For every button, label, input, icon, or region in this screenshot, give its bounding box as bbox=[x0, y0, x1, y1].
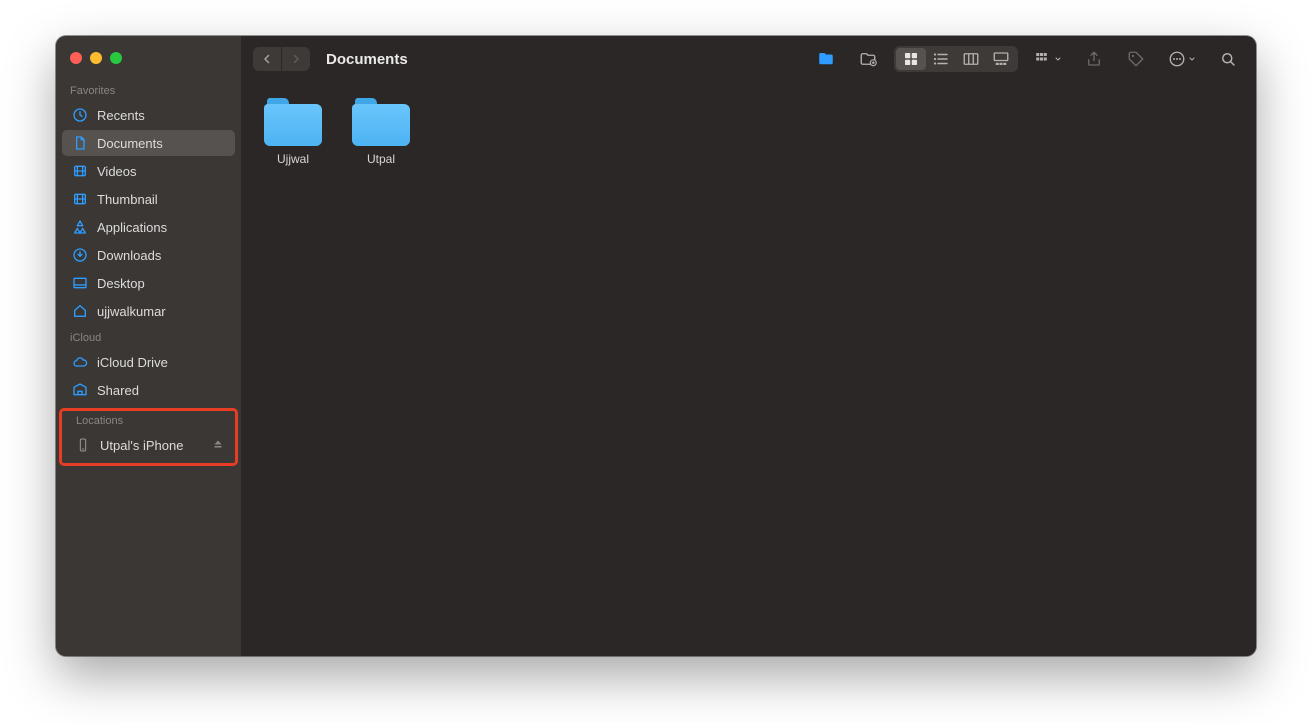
sidebar-item-label: Videos bbox=[97, 164, 137, 179]
shared-icon bbox=[72, 382, 88, 398]
desktop-icon bbox=[72, 275, 88, 291]
sidebar-item-label: Shared bbox=[97, 383, 139, 398]
sidebar-item-recents[interactable]: Recents bbox=[62, 102, 235, 128]
sidebar-item-videos[interactable]: Videos bbox=[62, 158, 235, 184]
finder-window: Favorites Recents Documents Videos Thumb… bbox=[56, 36, 1256, 656]
sidebar-item-home[interactable]: ujjwalkumar bbox=[62, 298, 235, 324]
sidebar-item-applications[interactable]: Applications bbox=[62, 214, 235, 240]
sidebar-item-documents[interactable]: Documents bbox=[62, 130, 235, 156]
clock-icon bbox=[72, 107, 88, 123]
sidebar: Favorites Recents Documents Videos Thumb… bbox=[56, 36, 241, 656]
folder-icon bbox=[352, 98, 410, 146]
new-folder-button[interactable] bbox=[852, 46, 884, 72]
forward-button[interactable] bbox=[282, 47, 310, 71]
film-icon bbox=[72, 163, 88, 179]
sidebar-item-label: ujjwalkumar bbox=[97, 304, 166, 319]
sidebar-item-desktop[interactable]: Desktop bbox=[62, 270, 235, 296]
sidebar-item-label: Applications bbox=[97, 220, 167, 235]
close-window-button[interactable] bbox=[70, 52, 82, 64]
folder-icon bbox=[264, 98, 322, 146]
view-gallery-button[interactable] bbox=[986, 48, 1016, 70]
annotation-highlight: Locations Utpal's iPhone bbox=[59, 408, 238, 466]
home-icon bbox=[72, 303, 88, 319]
group-by-button[interactable] bbox=[1028, 46, 1068, 72]
content-area[interactable]: Ujjwal Utpal bbox=[241, 82, 1256, 656]
sidebar-item-downloads[interactable]: Downloads bbox=[62, 242, 235, 268]
minimize-window-button[interactable] bbox=[90, 52, 102, 64]
action-menu-button[interactable] bbox=[1162, 46, 1202, 72]
sidebar-item-thumbnail[interactable]: Thumbnail bbox=[62, 186, 235, 212]
sidebar-item-label: Thumbnail bbox=[97, 192, 158, 207]
nav-buttons bbox=[253, 47, 310, 71]
apps-icon bbox=[72, 219, 88, 235]
folder-item[interactable]: Utpal bbox=[349, 98, 413, 166]
view-icon-button[interactable] bbox=[896, 48, 926, 70]
sidebar-item-label: iCloud Drive bbox=[97, 355, 168, 370]
window-title: Documents bbox=[326, 51, 408, 68]
back-button[interactable] bbox=[253, 47, 281, 71]
folder-item[interactable]: Ujjwal bbox=[261, 98, 325, 166]
window-controls bbox=[56, 46, 241, 78]
sidebar-section-locations: Locations bbox=[62, 411, 235, 431]
sidebar-item-icloud-drive[interactable]: iCloud Drive bbox=[62, 349, 235, 375]
folder-label: Utpal bbox=[367, 152, 395, 166]
view-list-button[interactable] bbox=[926, 48, 956, 70]
sidebar-item-shared[interactable]: Shared bbox=[62, 377, 235, 403]
main-area: Documents Ujjwal bbox=[241, 36, 1256, 656]
toolbar: Documents bbox=[241, 36, 1256, 82]
sidebar-item-label: Utpal's iPhone bbox=[100, 438, 183, 453]
eject-icon[interactable] bbox=[212, 438, 224, 453]
sidebar-item-label: Downloads bbox=[97, 248, 161, 263]
tag-button[interactable] bbox=[1120, 46, 1152, 72]
sidebar-item-label: Documents bbox=[97, 136, 163, 151]
folder-icon bbox=[810, 46, 842, 72]
doc-icon bbox=[72, 135, 88, 151]
share-button[interactable] bbox=[1078, 46, 1110, 72]
sidebar-item-label: Desktop bbox=[97, 276, 145, 291]
view-columns-button[interactable] bbox=[956, 48, 986, 70]
download-icon bbox=[72, 247, 88, 263]
iphone-icon bbox=[75, 437, 91, 453]
sidebar-item-iphone[interactable]: Utpal's iPhone bbox=[65, 432, 232, 458]
film-icon bbox=[72, 191, 88, 207]
sidebar-section-icloud: iCloud bbox=[56, 325, 241, 348]
sidebar-item-label: Recents bbox=[97, 108, 145, 123]
view-mode-group bbox=[894, 46, 1018, 72]
cloud-icon bbox=[72, 354, 88, 370]
sidebar-section-favorites: Favorites bbox=[56, 78, 241, 101]
folder-label: Ujjwal bbox=[277, 152, 309, 166]
fullscreen-window-button[interactable] bbox=[110, 52, 122, 64]
search-button[interactable] bbox=[1212, 46, 1244, 72]
